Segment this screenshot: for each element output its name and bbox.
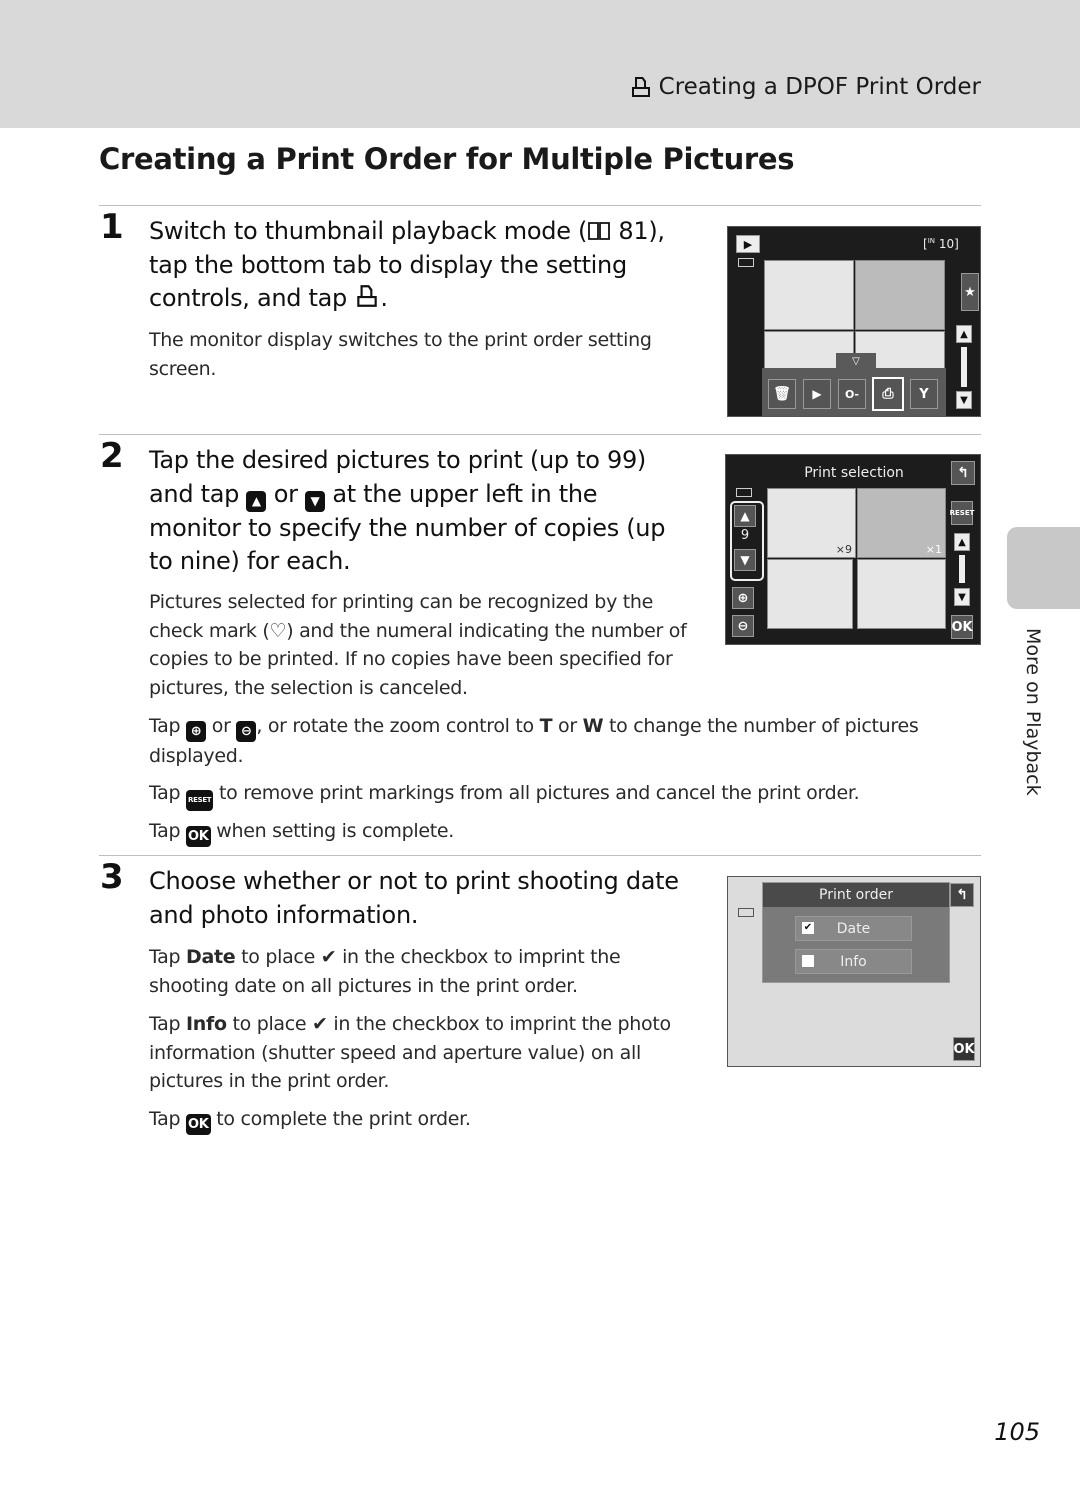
running-head: Creating a DPOF Print Order	[629, 74, 981, 100]
ok-icon: OK	[186, 1114, 211, 1135]
running-head-text: Creating a DPOF Print Order	[658, 74, 981, 100]
copies-value: 9	[740, 528, 750, 543]
divider	[99, 855, 981, 856]
check-mark-icon: ♡	[269, 619, 287, 642]
favorite-star-icon[interactable]: ★	[961, 273, 979, 311]
print-order-icon	[631, 77, 650, 97]
page-number: 105	[994, 1418, 1040, 1446]
print-order-icon	[357, 285, 378, 307]
print-order-icon[interactable]: ⎙	[872, 377, 904, 411]
scrollbar[interactable]	[959, 555, 965, 583]
reset-icon: RESET	[186, 790, 214, 811]
camera-screen-print-order: Print order ↰ ✔ Date Info OK	[727, 876, 981, 1067]
info-checkbox[interactable]	[802, 955, 814, 967]
ok-button[interactable]: OK	[951, 615, 973, 639]
scroll-up-button[interactable]: ▲	[956, 325, 972, 343]
slideshow-icon[interactable]: ▶	[803, 379, 831, 409]
copies-down-button[interactable]: ▼	[734, 549, 756, 571]
step-body: Tap ⊕ or ⊖, or rotate the zoom control t…	[149, 715, 919, 767]
screen-title: Print order	[763, 883, 949, 907]
step-heading: Choose whether or not to print shooting …	[149, 867, 679, 929]
checkmark-icon: ✔	[312, 1013, 328, 1035]
date-option[interactable]: ✔ Date	[795, 916, 912, 941]
scroll-up-button[interactable]: ▲	[954, 533, 970, 551]
checkmark-icon: ✔	[320, 946, 337, 968]
step-body: Tap Info to place ✔ in the checkbox to i…	[149, 1013, 671, 1093]
down-arrow-icon: ▼	[304, 490, 325, 512]
zoom-in-icon: ⊕	[186, 721, 207, 742]
step-number: 2	[100, 436, 124, 476]
protect-icon[interactable]: O‑	[838, 379, 866, 409]
copies-up-button[interactable]: ▲	[734, 505, 756, 527]
step-heading: Switch to thumbnail playback mode ( 81),…	[149, 217, 665, 312]
step-number: 3	[100, 857, 124, 897]
scroll-down-button[interactable]: ▼	[954, 588, 970, 606]
divider	[99, 434, 981, 435]
battery-icon	[736, 488, 752, 497]
back-icon[interactable]: ↰	[950, 883, 974, 907]
thumbnail-woman[interactable]	[857, 559, 946, 629]
thumbnail-portrait[interactable]: ×9	[767, 488, 856, 558]
ok-icon: OK	[186, 826, 211, 847]
up-arrow-icon: ▲	[246, 490, 267, 512]
step-body: Tap OK to complete the print order.	[149, 1105, 699, 1135]
thumbnail-family[interactable]	[767, 559, 853, 629]
delete-icon[interactable]: 🗑	[768, 379, 796, 409]
book-reference-icon	[588, 222, 610, 240]
header-band	[0, 0, 1080, 128]
step-heading: Tap the desired pictures to print (up to…	[149, 446, 666, 575]
step-body: Pictures selected for printing can be re…	[149, 591, 687, 699]
info-option[interactable]: Info	[795, 949, 912, 974]
playback-mode-icon[interactable]: ▶	[736, 235, 760, 253]
divider	[99, 205, 981, 206]
back-icon[interactable]: ↰	[951, 461, 975, 485]
zoom-in-icon[interactable]: ⊕	[732, 587, 754, 609]
thumbnail-flowers[interactable]: ×1	[857, 488, 946, 558]
step-body: Tap RESET to remove print markings from …	[149, 779, 989, 811]
thumbnail-flowers[interactable]	[855, 260, 945, 330]
zoom-out-icon: ⊖	[236, 721, 257, 742]
battery-icon	[738, 908, 754, 917]
page-title: Creating a Print Order for Multiple Pict…	[99, 142, 795, 176]
step-body: The monitor display switches to the prin…	[149, 329, 652, 380]
ok-button[interactable]: OK	[953, 1037, 975, 1061]
reset-button[interactable]: RESET	[950, 501, 974, 525]
step-body: Tap OK when setting is complete.	[149, 817, 989, 847]
thumbnail-portrait[interactable]	[764, 260, 854, 330]
date-checkbox[interactable]: ✔	[802, 922, 814, 934]
scroll-down-button[interactable]: ▼	[956, 391, 972, 409]
section-tab-label: More on Playback	[1022, 628, 1044, 796]
screen-title: Print selection	[804, 465, 904, 481]
frame-counter: [IN 10]	[923, 237, 959, 251]
scrollbar[interactable]	[961, 347, 967, 387]
setup-icon[interactable]: Y	[910, 379, 938, 409]
battery-icon	[738, 258, 754, 267]
section-tab[interactable]	[1007, 527, 1080, 609]
camera-screen-thumbnail: ▶ [IN 10] ★ ▲ ▼ ▽ 🗑 ▶ O‑ ⎙ Y	[727, 226, 981, 417]
menu-tab-toggle[interactable]: ▽	[836, 353, 876, 369]
step-number: 1	[100, 207, 124, 247]
camera-screen-print-selection: Print selection ↰ ▲ 9 ▼ ⊕ ⊖ ×9 ×1 RESET …	[725, 454, 981, 645]
zoom-out-icon[interactable]: ⊖	[732, 615, 754, 637]
step-body: Tap Date to place ✔ in the checkbox to i…	[149, 946, 621, 997]
